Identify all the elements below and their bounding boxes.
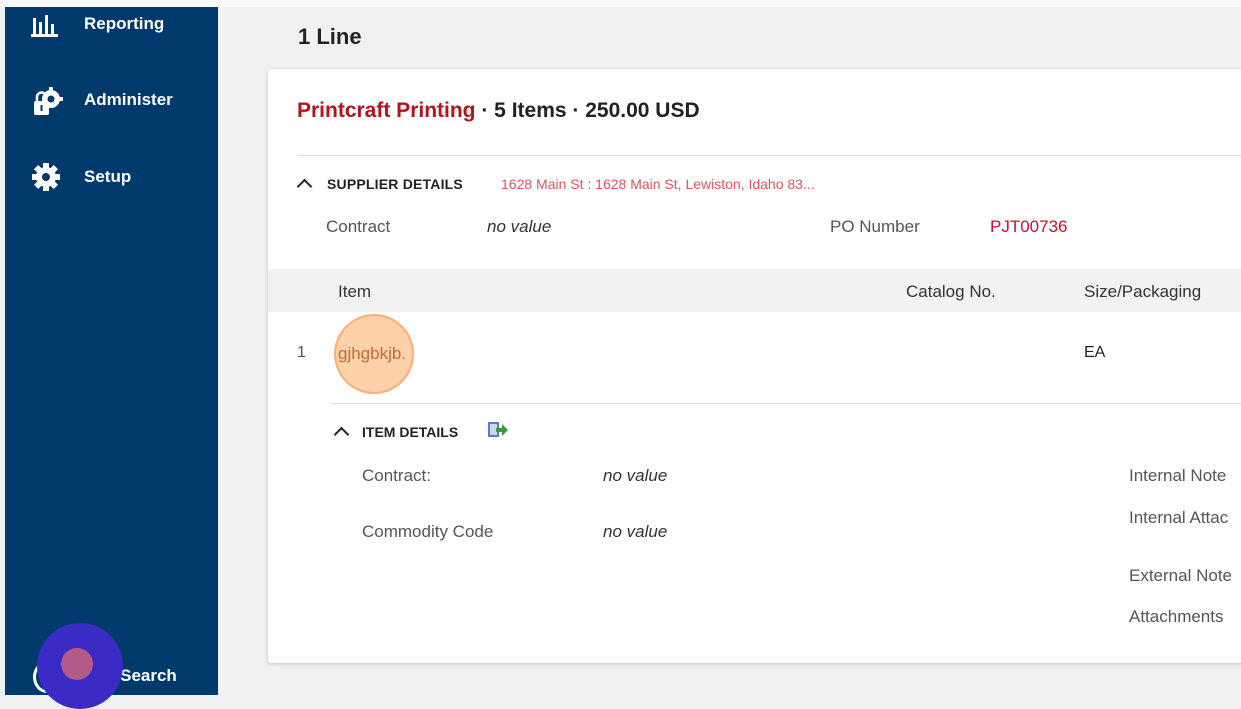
page-title: 1 Line [298, 24, 362, 49]
chevron-up-icon [333, 426, 350, 443]
item-name-link[interactable]: gjhgbkjb. [338, 344, 406, 364]
po-number-value: PJT00736 [990, 217, 1068, 236]
column-header-catalog[interactable]: Catalog No. [906, 282, 996, 302]
commodity-code-label: Commodity Code [362, 522, 494, 541]
divider [297, 155, 1241, 156]
bar-chart-icon [31, 9, 61, 39]
click-indicator-dot [61, 648, 93, 680]
supplier-summary: · 5 Items · 250.00 USD [475, 99, 700, 122]
supplier-address-link[interactable]: 1628 Main St : 1628 Main St, Lewiston, I… [501, 176, 815, 192]
contract-label: Contract [326, 217, 391, 236]
external-note-label: External Note [1129, 566, 1232, 585]
supplier-card: Printcraft Printing · 5 Items · 250.00 U… [268, 69, 1241, 663]
sidebar-item-label: Reporting [84, 14, 165, 33]
sidebar-item-administer[interactable]: Administer [5, 87, 218, 127]
divider [332, 403, 1241, 404]
supplier-name: Printcraft Printing [297, 99, 476, 122]
column-header-size[interactable]: Size/Packaging [1084, 282, 1201, 302]
admin-gear-lock-icon [31, 87, 63, 117]
item-contract-label: Contract: [362, 466, 431, 485]
supplier-details-toggle[interactable]: SUPPLIER DETAILS [296, 175, 477, 195]
size-packaging-value: EA [1084, 344, 1106, 361]
supplier-title: Printcraft Printing · 5 Items · 250.00 U… [297, 99, 700, 123]
attachments-label: Attachments [1129, 607, 1224, 626]
sidebar-item-setup[interactable]: Setup [5, 162, 218, 202]
table-header: Item Catalog No. Size/Packaging [268, 269, 1241, 312]
commodity-code-value: no value [603, 522, 668, 541]
sidebar-item-reporting[interactable]: Reporting [5, 9, 218, 49]
item-contract-value: no value [603, 466, 668, 485]
sidebar: Reporting Administer Setup u Search [5, 7, 218, 695]
export-icon[interactable] [487, 420, 509, 440]
column-header-item[interactable]: Item [338, 282, 371, 302]
po-number-label: PO Number [830, 217, 920, 236]
contract-value: no value [487, 217, 552, 236]
top-strip [0, 0, 1241, 7]
item-details-label: ITEM DETAILS [362, 424, 459, 440]
gear-icon [31, 162, 61, 192]
sidebar-item-label: Administer [84, 90, 173, 109]
internal-attachments-label: Internal Attac [1129, 508, 1229, 527]
sidebar-item-label: Setup [84, 167, 132, 186]
chevron-up-icon [296, 178, 313, 195]
row-number: 1 [297, 344, 306, 361]
supplier-details-label: SUPPLIER DETAILS [327, 176, 463, 192]
internal-note-label: Internal Note [1129, 466, 1227, 485]
